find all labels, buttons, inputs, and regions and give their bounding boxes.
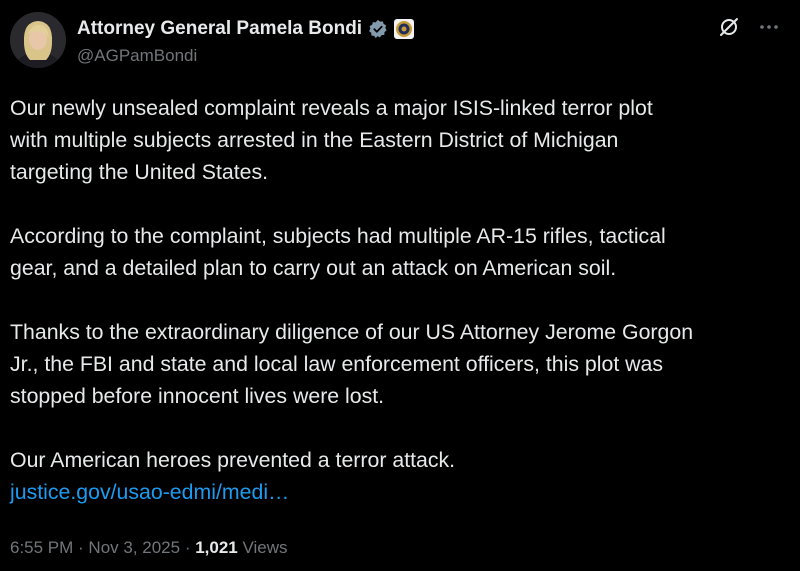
verified-badge-icon[interactable] [368,19,388,39]
profile-photo [10,12,66,68]
tweet-paragraph: Our newly unsealed complaint reveals a m… [10,96,653,184]
author-handle[interactable]: @AGPamBondi [77,46,414,66]
tweet-time[interactable]: 6:55 PM [10,538,73,557]
tweet-paragraph: Our American heroes prevented a terror a… [10,448,456,472]
display-name[interactable]: Attorney General Pamela Bondi [77,18,362,40]
tweet-meta: 6:55 PM · Nov 3, 2025 · 1,021 Views [10,538,288,558]
tweet-header: Attorney General Pamela Bondi @AGPamBond… [10,12,790,70]
more-horizontal-icon[interactable] [758,16,780,38]
tweet-link[interactable]: justice.gov/usao-edmi/medi… [10,476,780,508]
tweet-date[interactable]: Nov 3, 2025 [88,538,180,557]
tweet-paragraph: Thanks to the extraordinary diligence of… [10,320,694,408]
author-names: Attorney General Pamela Bondi @AGPamBond… [77,16,415,66]
avatar[interactable] [10,12,66,68]
views-label: Views [237,538,288,557]
grok-icon[interactable] [718,16,740,38]
tweet-text: Our newly unsealed complaint reveals a m… [10,92,780,508]
display-name-row: Attorney General Pamela Bondi [77,16,415,42]
meta-separator: · [180,538,196,557]
doj-seal-icon[interactable] [394,19,415,39]
tweet-paragraph: According to the complaint, subjects had… [10,224,666,280]
views-count[interactable]: 1,021 [195,538,238,557]
meta-separator: · [73,538,89,557]
tweet-actions [718,16,780,38]
